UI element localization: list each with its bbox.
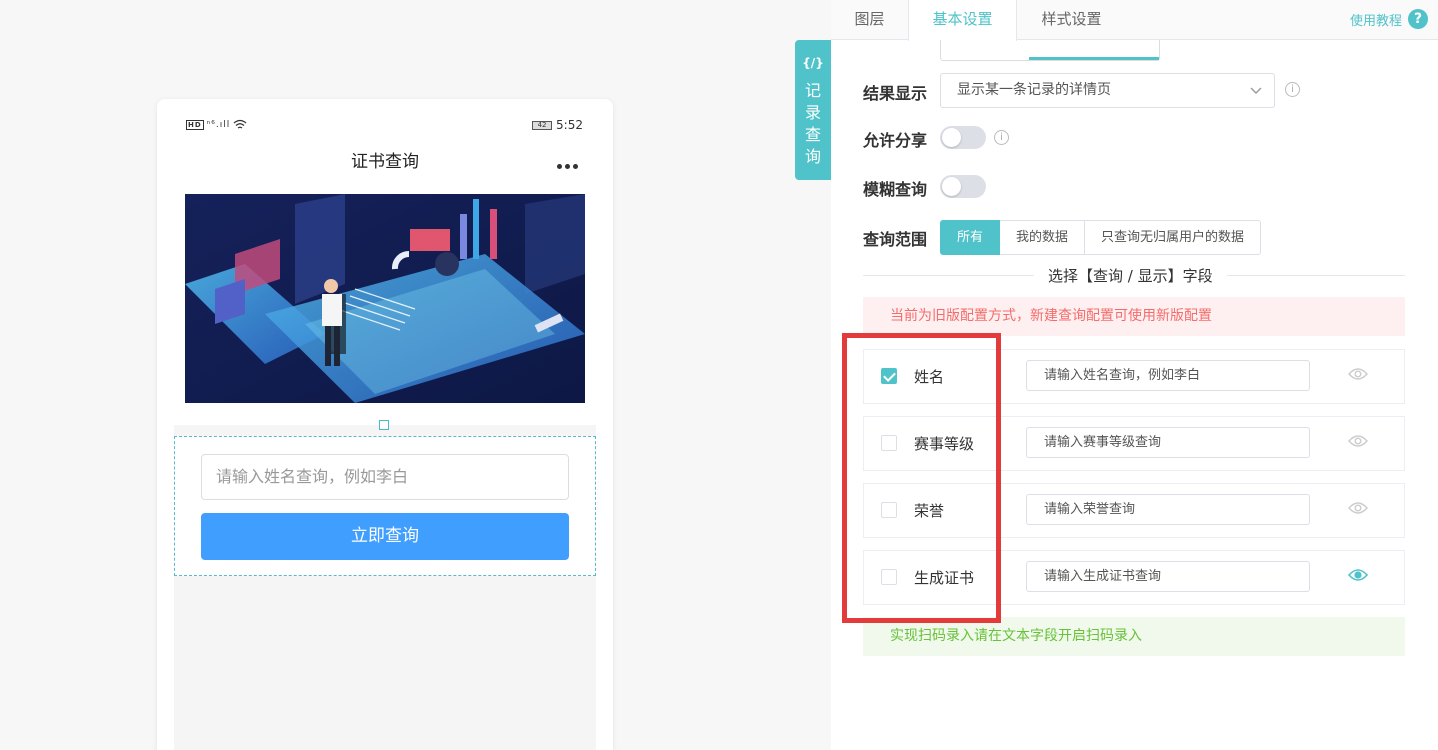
allow-share-label: 允许分享	[863, 131, 928, 150]
wifi-icon	[233, 119, 247, 129]
panel-tabs: 图层 基本设置 样式设置 使用教程 ?	[831, 0, 1438, 41]
banner-image	[185, 194, 585, 403]
result-display-label: 结果显示	[863, 84, 928, 103]
hd-badge: HD	[186, 119, 204, 130]
more-icon[interactable]	[557, 154, 581, 169]
query-scope-label: 查询范围	[863, 230, 928, 249]
info-icon[interactable]: i	[994, 130, 1009, 145]
help-link[interactable]: 使用教程 ?	[1350, 9, 1428, 29]
field-checkbox-honor[interactable]	[881, 502, 897, 518]
signal-icon: ⁿ⁶.ıll	[206, 119, 231, 130]
field-row-certificate: 生成证书 请输入生成证书查询	[863, 550, 1405, 605]
field-placeholder-input[interactable]: 请输入赛事等级查询	[1026, 427, 1310, 458]
field-row-name: 姓名 请输入姓名查询，例如李白	[863, 349, 1405, 404]
field-label: 姓名	[914, 368, 945, 386]
field-row-level: 赛事等级 请输入赛事等级查询	[863, 416, 1405, 471]
record-query-tab[interactable]: {/} 记录查询	[795, 40, 831, 180]
tab-style-settings[interactable]: 样式设置	[1017, 0, 1126, 40]
fuzzy-query-switch[interactable]	[940, 175, 986, 198]
resize-handle[interactable]	[379, 420, 389, 430]
scrolled-control	[940, 40, 1160, 61]
info-icon[interactable]: i	[1285, 82, 1300, 97]
fuzzy-query-label: 模糊查询	[863, 180, 928, 199]
field-placeholder-input[interactable]: 请输入姓名查询，例如李白	[1026, 360, 1310, 391]
scan-entry-tip: 实现扫码录入请在文本字段开启扫码录入	[863, 617, 1405, 656]
tab-layers[interactable]: 图层	[831, 0, 908, 40]
phone-content: 请输入姓名查询，例如李白 立即查询	[174, 182, 596, 750]
query-now-button[interactable]: 立即查询	[201, 513, 569, 560]
field-label: 赛事等级	[914, 435, 975, 453]
code-icon: {/}	[802, 56, 824, 70]
signal-status: HD ⁿ⁶.ıll	[186, 119, 247, 130]
field-row-honor: 荣誉 请输入荣誉查询	[863, 483, 1405, 538]
phone-preview: HD ⁿ⁶.ıll 42 5:52 证书查询 请输入姓名查询，例如李白 立即查询	[157, 99, 613, 750]
result-display-value: 显示某一条记录的详情页	[957, 82, 1111, 98]
scope-option-all[interactable]: 所有	[940, 220, 1001, 255]
record-query-label: 记录查询	[805, 81, 822, 166]
field-checkbox-level[interactable]	[881, 435, 897, 451]
allow-share-switch[interactable]	[940, 126, 986, 149]
status-bar: HD ⁿ⁶.ıll 42 5:52	[157, 99, 613, 139]
battery-time: 42 5:52	[532, 118, 583, 132]
settings-panel: 图层 基本设置 样式设置 使用教程 ? 结果显示 显示某一条记录的详情页 i 允…	[831, 0, 1438, 750]
page-title: 证书查询	[351, 152, 419, 172]
question-icon: ?	[1408, 9, 1428, 29]
clock: 5:52	[556, 118, 583, 132]
result-display-select[interactable]: 显示某一条记录的详情页	[940, 73, 1275, 108]
tab-basic-settings[interactable]: 基本设置	[908, 0, 1017, 41]
eye-icon[interactable]	[1348, 568, 1368, 582]
query-scope-options: 所有 我的数据 只查询无归属用户的数据	[940, 220, 1262, 255]
eye-icon[interactable]	[1348, 434, 1368, 448]
scope-option-mine[interactable]: 我的数据	[1000, 220, 1086, 255]
query-component[interactable]: 请输入姓名查询，例如李白 立即查询	[174, 436, 596, 576]
section-title: 选择【查询 / 显示】字段	[1034, 265, 1227, 286]
name-query-input[interactable]: 请输入姓名查询，例如李白	[201, 454, 569, 500]
battery-icon: 42	[532, 120, 553, 130]
eye-icon[interactable]	[1348, 367, 1368, 381]
field-checkbox-name[interactable]	[881, 368, 897, 384]
field-checkbox-certificate[interactable]	[881, 569, 897, 585]
banner-component[interactable]	[174, 182, 596, 425]
field-placeholder-input[interactable]: 请输入荣誉查询	[1026, 494, 1310, 525]
chevron-down-icon	[1250, 87, 1262, 94]
field-label: 生成证书	[914, 569, 975, 587]
field-placeholder-input[interactable]: 请输入生成证书查询	[1026, 561, 1310, 592]
scope-option-unowned[interactable]: 只查询无归属用户的数据	[1085, 220, 1262, 255]
legacy-config-alert: 当前为旧版配置方式，新建查询配置可使用新版配置	[863, 297, 1405, 336]
eye-icon[interactable]	[1348, 501, 1368, 515]
field-label: 荣誉	[914, 502, 945, 520]
help-label: 使用教程	[1349, 13, 1402, 29]
